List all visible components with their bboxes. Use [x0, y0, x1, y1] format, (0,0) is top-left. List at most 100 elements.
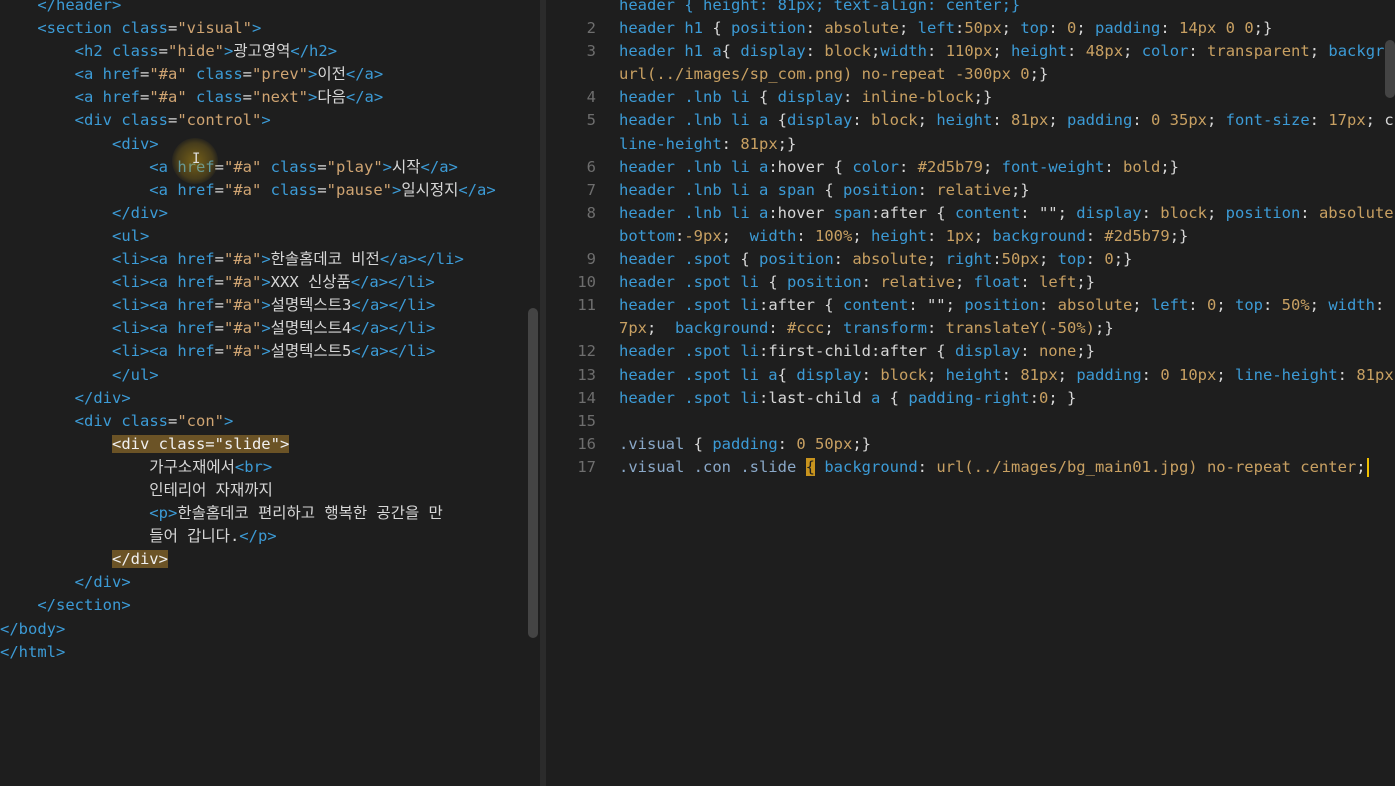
code-token: :	[1048, 19, 1067, 38]
code-token: </h2>	[290, 42, 338, 61]
code-line[interactable]: 가구소재에서<br>	[0, 456, 540, 479]
code-token: href	[177, 273, 215, 292]
code-token: 0	[1038, 388, 1049, 407]
code-line[interactable]: 3 header h1 a{ display: block;width: 110p…	[546, 40, 1395, 63]
code-line[interactable]: 13 header .spot li a{ display: block; hei…	[546, 364, 1395, 387]
css-code-area[interactable]: header { height: 81px; text-align: cente…	[546, 0, 1395, 479]
code-token: header .spot li	[619, 342, 759, 361]
code-line[interactable]: </section>	[0, 594, 540, 617]
code-token: </a></li>	[351, 296, 436, 315]
code-line[interactable]: <li><a href="#a">XXX 신상품</a></li>	[0, 271, 540, 294]
code-token: span	[833, 203, 871, 222]
code-token: >	[308, 65, 318, 84]
code-line[interactable]: url(../images/sp_com.png) no-repeat -300…	[546, 63, 1395, 86]
html-editor-scrollbar[interactable]	[528, 308, 538, 638]
code-line[interactable]: </ul>	[0, 364, 540, 387]
code-token: >	[308, 88, 318, 107]
code-token: ;	[898, 19, 918, 38]
code-token: ;}	[852, 434, 871, 453]
code-line[interactable]: <a href="#a" class="play">시작</a>	[0, 156, 540, 179]
code-token: "#a"	[149, 65, 187, 84]
code-line[interactable]: 5 header .lnb li a {display: block; heigh…	[546, 109, 1395, 132]
code-token: <br>	[234, 457, 273, 476]
code-line[interactable]: </body>	[0, 618, 540, 641]
code-token: >	[224, 411, 234, 430]
code-token: :	[1104, 157, 1123, 176]
code-token: position	[759, 250, 834, 269]
code-line[interactable]: 들어 갑니다.</p>	[0, 525, 540, 548]
code-token: position	[842, 180, 918, 199]
html-code-area[interactable]: </header> <section class="visual"> <h2 c…	[0, 0, 540, 664]
code-line[interactable]: </div>	[0, 571, 540, 594]
code-line[interactable]: 7 header .lnb li a span { position: relat…	[546, 179, 1395, 202]
code-token: header .lnb li a	[619, 203, 769, 222]
code-line[interactable]: <p>한솔홈데코 편리하고 행복한 공간을 만	[0, 502, 540, 525]
code-line[interactable]: 10 header .spot li { position: relative; …	[546, 271, 1395, 294]
code-line[interactable]: header { height: 81px; text-align: cente…	[546, 0, 1395, 17]
code-line[interactable]: 인테리어 자재까지	[0, 479, 540, 502]
code-token: <a	[0, 180, 178, 199]
code-line[interactable]: bottom:-9px; width: 100%; height: 1px; b…	[546, 225, 1395, 248]
line-number: 5	[586, 111, 596, 130]
code-line[interactable]: </div>	[0, 548, 540, 571]
code-token: :	[777, 434, 797, 453]
code-token: padding-right	[908, 388, 1030, 407]
code-line[interactable]: <li><a href="#a">한솔홈데코 비전</a></li>	[0, 248, 540, 271]
code-line[interactable]: <li><a href="#a">설명텍스트3</a></li>	[0, 294, 540, 317]
code-line[interactable]: 6 header .lnb li a:hover { color: #2d5b79…	[546, 156, 1395, 179]
code-token: class	[261, 180, 318, 199]
code-token: </a>	[420, 157, 458, 176]
code-token: header { height: 81px; text-align: cente…	[619, 0, 1021, 14]
code-token: :	[927, 42, 946, 61]
code-token: translateY(-50%)	[945, 319, 1095, 338]
code-line[interactable]: <ul>	[0, 225, 540, 248]
code-line[interactable]: <div>	[0, 133, 540, 156]
code-token: {	[777, 365, 797, 384]
code-token: =	[214, 273, 224, 292]
code-line[interactable]: 12 header .spot li:first-child:after { di…	[546, 340, 1395, 363]
code-line[interactable]: 11 header .spot li:after { content: ""; p…	[546, 294, 1395, 317]
code-token: :	[1038, 296, 1058, 315]
code-line[interactable]: <a href="#a" class="next">다음</a>	[0, 86, 540, 109]
code-line[interactable]: 2 header h1 { position: absolute; left:50…	[546, 17, 1395, 40]
code-line[interactable]: </header>	[0, 0, 540, 17]
code-token: ;}	[1076, 342, 1095, 361]
code-token: class	[121, 19, 168, 38]
css-editor-pane[interactable]: header { height: 81px; text-align: cente…	[546, 0, 1395, 786]
code-token: :	[796, 226, 816, 245]
code-token: :	[954, 19, 965, 38]
code-line[interactable]: 15	[546, 410, 1395, 433]
css-editor-scrollbar[interactable]	[1385, 40, 1395, 98]
code-line[interactable]: line-height: 81px;}	[546, 133, 1395, 156]
code-line[interactable]: 16 .visual { padding: 0 50px;}	[546, 433, 1395, 456]
code-token: ;	[1309, 296, 1329, 315]
code-token: header .spot li a	[619, 365, 778, 384]
code-line[interactable]: <li><a href="#a">설명텍스트5</a></li>	[0, 340, 540, 363]
code-line[interactable]: 9 header .spot { position: absolute; righ…	[546, 248, 1395, 271]
code-token: :	[842, 88, 862, 107]
code-line[interactable]: <div class="control">	[0, 109, 540, 132]
code-token: ;}	[1076, 273, 1095, 292]
code-line[interactable]: 4 header .lnb li { display: inline-block;…	[546, 86, 1395, 109]
code-line[interactable]: <h2 class="hide">광고영역</h2>	[0, 40, 540, 63]
code-line[interactable]: 7px; background: #ccc; transform: transl…	[546, 317, 1395, 340]
code-line[interactable]: <a href="#a" class="prev">이전</a>	[0, 63, 540, 86]
code-token: 110px	[945, 42, 993, 61]
code-line[interactable]: 17 .visual .con .slide { background: url(…	[546, 456, 1395, 479]
code-line[interactable]: <section class="visual">	[0, 17, 540, 40]
code-token: right	[945, 250, 993, 269]
code-line[interactable]: </div>	[0, 387, 540, 410]
code-token: <li><a	[0, 319, 178, 338]
code-token: "control"	[177, 111, 262, 130]
code-line[interactable]: 14 header .spot li:last-child a { padding…	[546, 387, 1395, 410]
code-token: >	[261, 342, 271, 361]
code-line[interactable]: <div class="con">	[0, 410, 540, 433]
code-line[interactable]: <div class="slide">	[0, 433, 540, 456]
code-line[interactable]: 8 header .lnb li a:hover span:after { con…	[546, 202, 1395, 225]
code-line[interactable]: </html>	[0, 641, 540, 664]
html-editor-pane[interactable]: </header> <section class="visual"> <h2 c…	[0, 0, 540, 786]
code-line[interactable]: <a href="#a" class="pause">일시정지</a>	[0, 179, 540, 202]
line-number: 3	[586, 42, 596, 61]
code-line[interactable]: <li><a href="#a">설명텍스트4</a></li>	[0, 317, 540, 340]
code-line[interactable]: </div>	[0, 202, 540, 225]
